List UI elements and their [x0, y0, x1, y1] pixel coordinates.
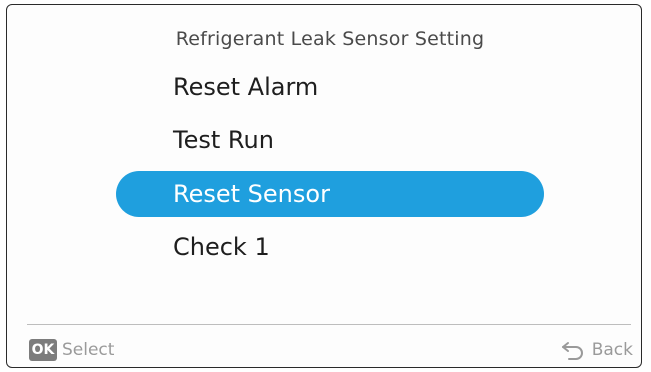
- menu-item-test-run[interactable]: Test Run: [116, 117, 544, 163]
- back-label: Back: [591, 340, 633, 360]
- ok-key-icon: OK: [29, 339, 57, 361]
- controller-screen: Refrigerant Leak Sensor Setting Reset Al…: [0, 0, 651, 372]
- menu-item-reset-alarm[interactable]: Reset Alarm: [116, 64, 544, 110]
- footer-divider: [27, 324, 631, 325]
- page-title: Refrigerant Leak Sensor Setting: [175, 28, 485, 50]
- menu-item-reset-sensor[interactable]: Reset Sensor: [116, 171, 544, 217]
- select-label: Select: [62, 340, 115, 360]
- menu-item-check-1[interactable]: Check 1: [116, 224, 544, 270]
- select-hint[interactable]: OK Select: [29, 338, 114, 362]
- return-arrow-icon: [559, 339, 587, 361]
- back-button[interactable]: Back: [559, 338, 633, 362]
